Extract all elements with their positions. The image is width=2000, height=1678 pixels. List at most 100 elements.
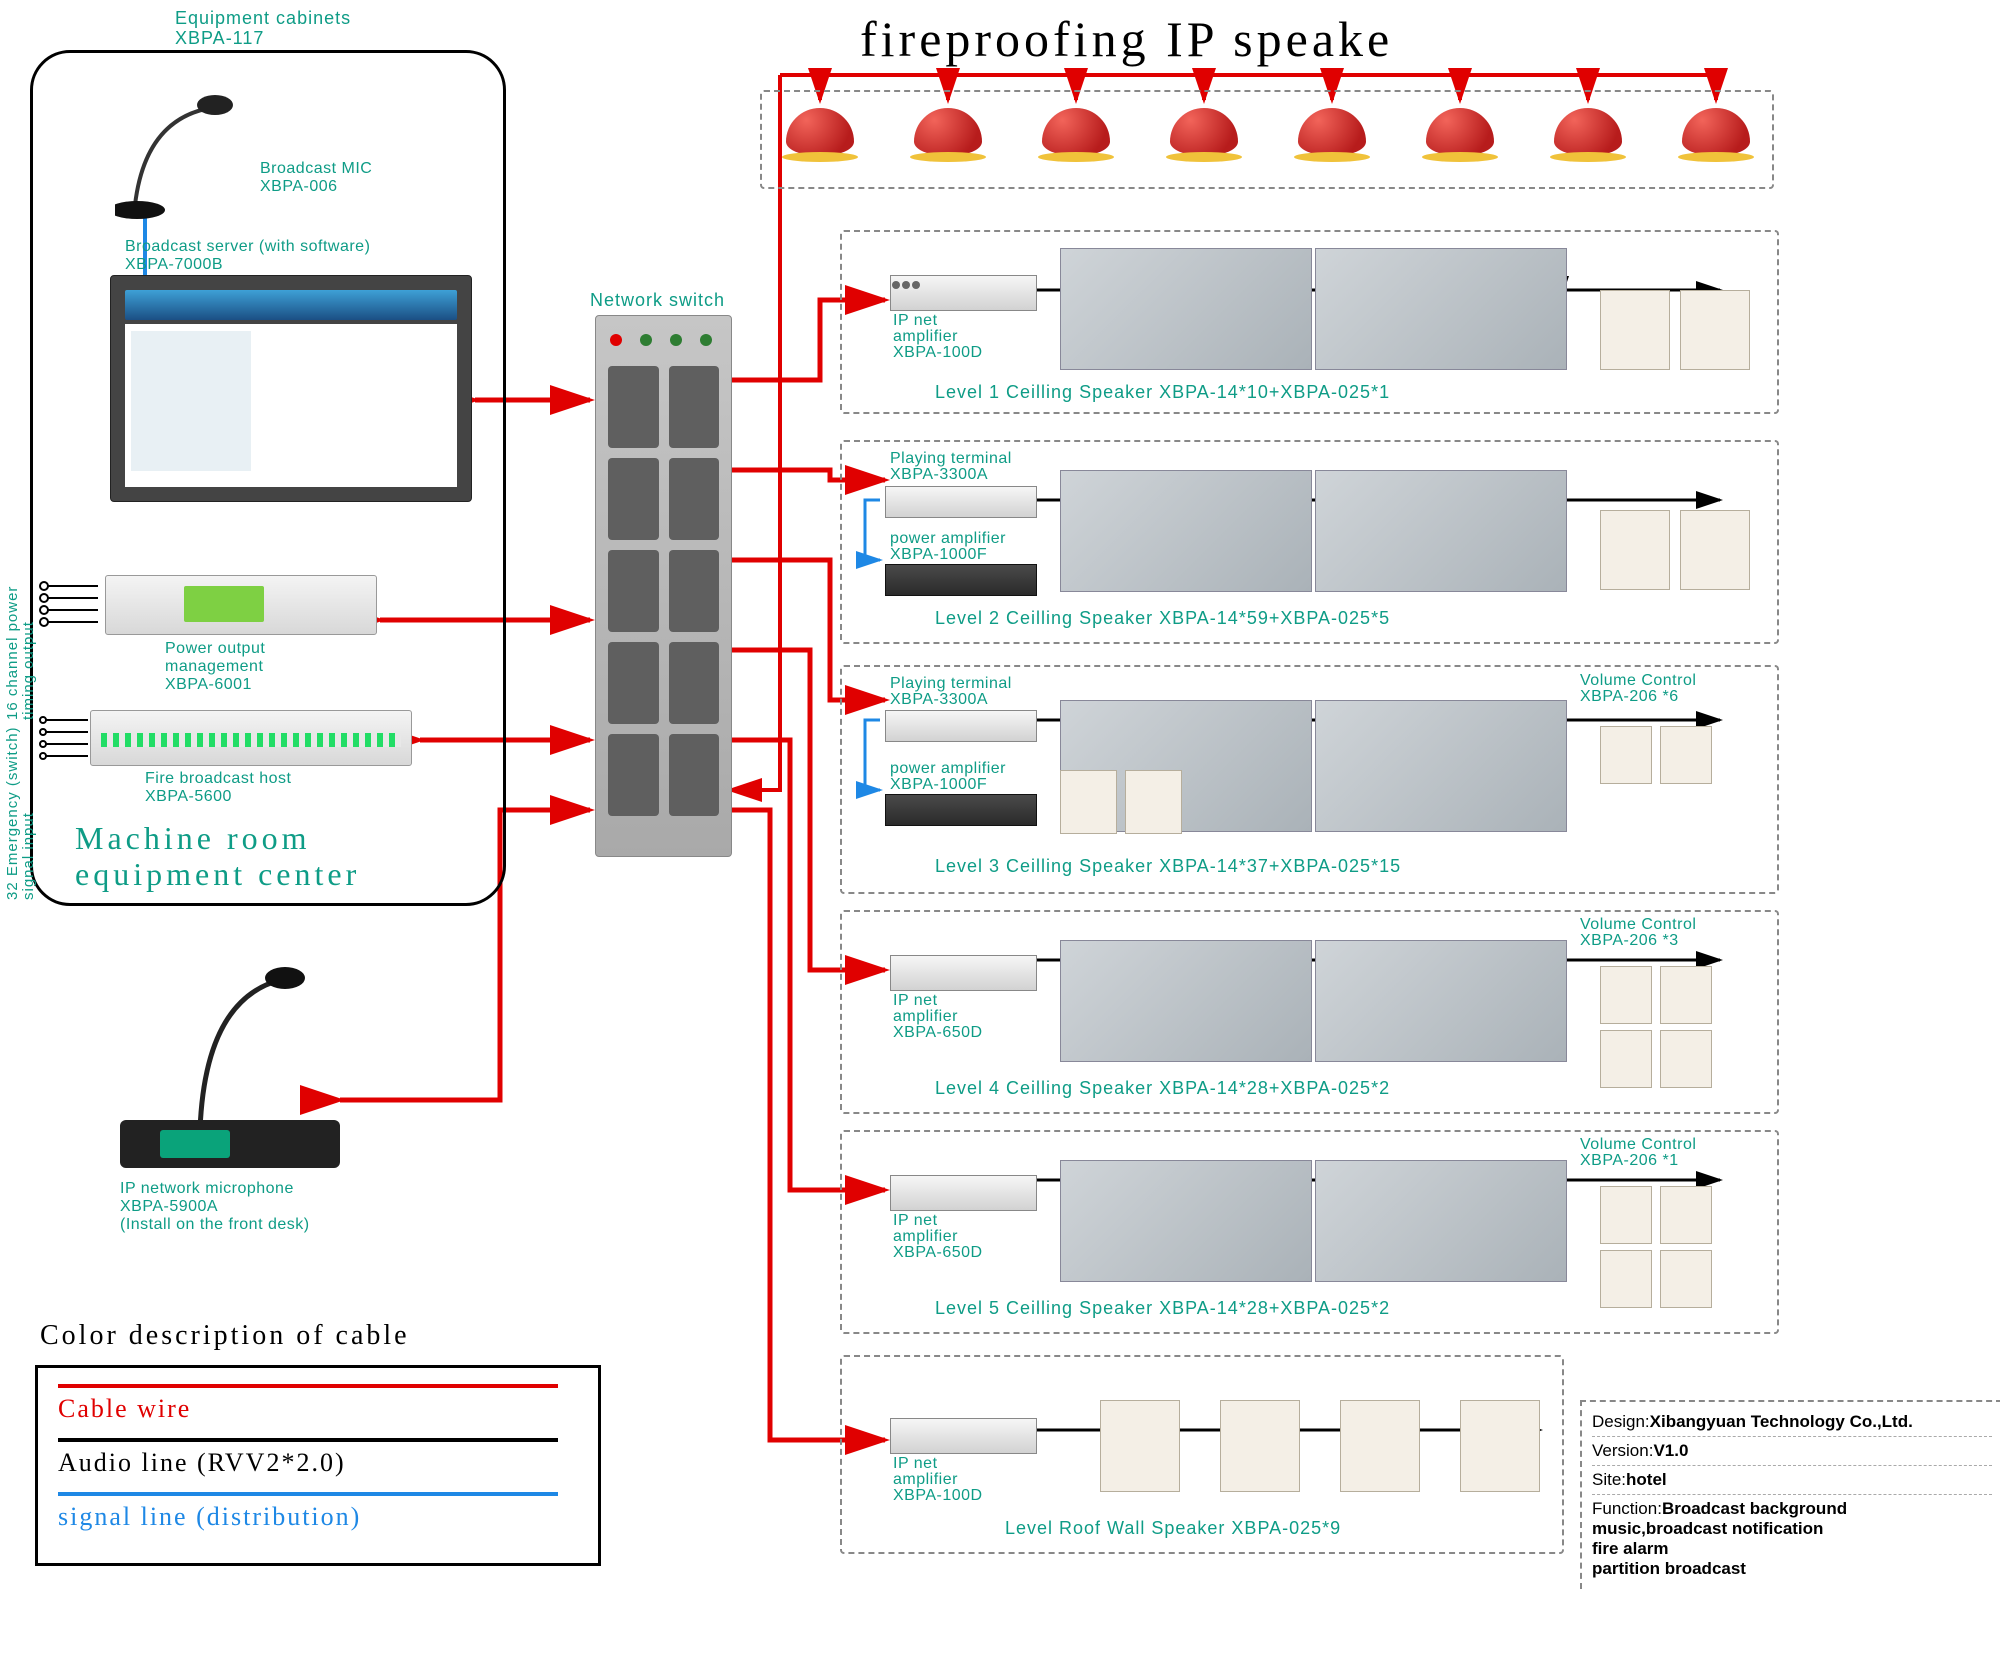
wall-speaker-icon [1680, 510, 1750, 590]
fh-label-2: XBPA-5600 [145, 788, 232, 806]
front-mic-l2: XBPA-5900A [120, 1198, 218, 1216]
fire-speaker-icon [1298, 108, 1366, 156]
l5-caption: Level 5 Ceilling Speaker XBPA-14*28+XBPA… [935, 1298, 1390, 1319]
broadcast-server [110, 275, 472, 502]
l3-caption: Level 3 Ceilling Speaker XBPA-14*37+XBPA… [935, 856, 1401, 877]
legend-cable: Cable wire [58, 1394, 578, 1424]
info-fn-k: Function: [1592, 1499, 1662, 1518]
wall-speaker-icon [1600, 1250, 1652, 1308]
info-fn-v4: partition broadcast [1592, 1559, 1746, 1578]
info-design-v: Xibangyuan Technology Co.,Ltd. [1650, 1412, 1913, 1431]
info-fn-v1: Broadcast background [1662, 1499, 1847, 1518]
l3-amp-l2: XBPA-1000F [890, 776, 987, 794]
info-version-k: Version: [1592, 1441, 1653, 1460]
wall-speaker-icon [1220, 1400, 1300, 1492]
l5-amp-l3: XBPA-650D [893, 1244, 983, 1262]
wall-speaker-icon [1600, 510, 1670, 590]
level-3-amp [885, 794, 1037, 826]
ceiling-photo [1315, 1160, 1567, 1282]
side-label-32em-a: 32 Emergency (switch) [4, 690, 21, 900]
pm-label-2: management [165, 658, 263, 676]
level-roof-amp [890, 1418, 1037, 1454]
legend-title: Color description of cable [40, 1320, 410, 1352]
info-fn-v3: fire alarm [1592, 1539, 1669, 1558]
side-label-32em-b: signal input [20, 690, 37, 900]
wall-speaker-icon [1660, 1030, 1712, 1088]
fh-label-1: Fire broadcast host [145, 770, 291, 788]
cabinet-model: XBPA-117 [175, 28, 264, 49]
info-site-k: Site: [1592, 1470, 1626, 1489]
l4-amp-l3: XBPA-650D [893, 1024, 983, 1042]
power-management-device [105, 575, 377, 635]
wall-speaker-icon [1460, 1400, 1540, 1492]
mic-label-1: Broadcast MIC [260, 160, 372, 178]
level-5-amp [890, 1175, 1037, 1211]
legend-box: Cable wire Audio line (RVV2*2.0) signal … [35, 1365, 601, 1566]
wall-speaker-icon [1125, 770, 1182, 834]
legend-signal: signal line (distribution) [58, 1502, 578, 1532]
info-design-k: Design: [1592, 1412, 1650, 1431]
ceiling-photo [1060, 248, 1312, 370]
l2-term-l2: XBPA-3300A [890, 466, 988, 484]
ceiling-photo [1315, 248, 1567, 370]
fire-speaker-icon [1554, 108, 1622, 156]
center-label-1: Machine room [75, 820, 311, 857]
l5-vol-l2: XBPA-206 *1 [1580, 1152, 1679, 1170]
lroof-caption: Level Roof Wall Speaker XBPA-025*9 [1005, 1518, 1341, 1539]
volume-control-icon [1660, 726, 1712, 784]
level-3-terminal [885, 710, 1037, 742]
level-2-terminal [885, 486, 1037, 518]
wall-speaker-icon [1600, 290, 1670, 370]
info-box: Design:Xibangyuan Technology Co.,Ltd. Ve… [1580, 1400, 2000, 1589]
center-label-2: equipment center [75, 856, 360, 893]
legend-audio: Audio line (RVV2*2.0) [58, 1448, 578, 1478]
wall-speaker-icon [1340, 1400, 1420, 1492]
wall-speaker-icon [1060, 770, 1117, 834]
network-switch [595, 315, 732, 857]
fire-speaker-icon [914, 108, 982, 156]
roof-speaker-row [1100, 1400, 1540, 1492]
level-2-amp [885, 564, 1037, 596]
cabinet-title: Equipment cabinets [175, 8, 351, 29]
volume-control-icon [1600, 966, 1652, 1024]
wall-speaker-icon [1660, 1250, 1712, 1308]
wall-speaker-icon [1600, 1030, 1652, 1088]
level-4-amp [890, 955, 1037, 991]
alarm-row [786, 108, 1750, 156]
switch-label: Network switch [590, 290, 725, 311]
ceiling-photo [1060, 1160, 1312, 1282]
ceiling-photo [1315, 470, 1567, 592]
l2-caption: Level 2 Ceilling Speaker XBPA-14*59+XBPA… [935, 608, 1390, 629]
fire-speaker-icon [1170, 108, 1238, 156]
info-site-v: hotel [1626, 1470, 1667, 1489]
fire-speaker-icon [786, 108, 854, 156]
lroof-amp-l3: XBPA-100D [893, 1487, 983, 1505]
broadcast-mic-icon [115, 90, 265, 225]
l1-caption: Level 1 Ceilling Speaker XBPA-14*10+XBPA… [935, 382, 1390, 403]
front-mic-l3: (Install on the front desk) [120, 1216, 310, 1234]
l4-caption: Level 4 Ceilling Speaker XBPA-14*28+XBPA… [935, 1078, 1390, 1099]
l1-amp-l3: XBPA-100D [893, 344, 983, 362]
volume-control-icon [1660, 1186, 1712, 1244]
pm-label-1: Power output [165, 640, 265, 658]
fire-speaker-icon [1426, 108, 1494, 156]
front-mic-base [120, 1120, 340, 1168]
ceiling-photo [1060, 940, 1312, 1062]
connector-icon [38, 576, 108, 636]
fireproofing-title: fireproofing IP speake [860, 10, 1393, 68]
info-version-v: V1.0 [1653, 1441, 1688, 1460]
connector-icon [38, 712, 98, 768]
server-label-1: Broadcast server (with software) [125, 238, 370, 256]
mic-label-2: XBPA-006 [260, 178, 338, 196]
fire-speaker-icon [1042, 108, 1110, 156]
wall-speaker-icon [1680, 290, 1750, 370]
l3-vol-l2: XBPA-206 *6 [1580, 688, 1679, 706]
ceiling-photo [1060, 470, 1312, 592]
ceiling-photo [1315, 940, 1567, 1062]
l4-vol-l2: XBPA-206 *3 [1580, 932, 1679, 950]
volume-control-icon [1600, 1186, 1652, 1244]
wall-speaker-icon [1100, 1400, 1180, 1492]
fire-speaker-icon [1682, 108, 1750, 156]
pm-label-3: XBPA-6001 [165, 676, 252, 694]
level-1-amp [890, 275, 1037, 311]
